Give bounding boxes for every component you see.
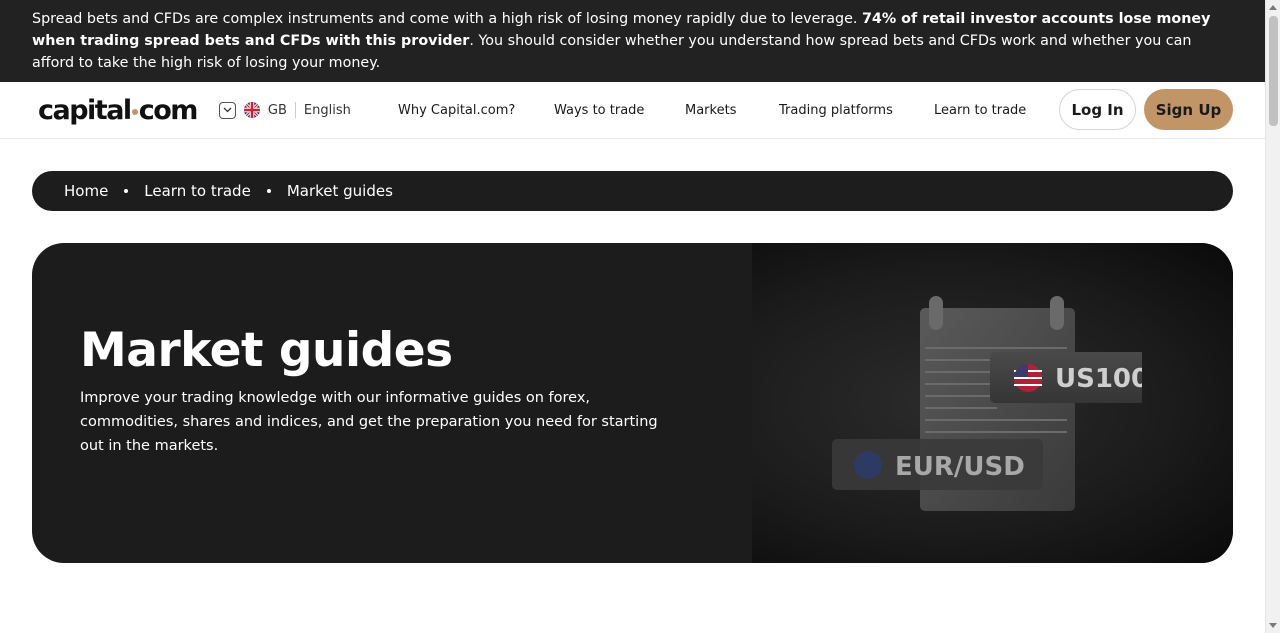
hero-description: Improve your trading knowledge with our … bbox=[80, 390, 658, 454]
breadcrumb-separator bbox=[124, 189, 129, 193]
vertical-scrollbar[interactable] bbox=[1265, 0, 1280, 633]
language-label: English bbox=[303, 102, 351, 118]
top-navigation: capitalcom GB English Why Capital.com? bbox=[0, 82, 1265, 139]
signup-button[interactable]: Sign Up bbox=[1144, 89, 1233, 130]
scroll-down-arrow[interactable] bbox=[1269, 623, 1277, 628]
nav-why-capital[interactable]: Why Capital.com? bbox=[398, 103, 515, 118]
breadcrumb: Home Learn to trade Market guides bbox=[32, 171, 1233, 211]
nav-learn-to-trade[interactable]: Learn to trade bbox=[934, 103, 1026, 118]
logo-text-right: com bbox=[138, 94, 199, 126]
breadcrumb-home[interactable]: Home bbox=[64, 182, 108, 200]
login-button[interactable]: Log In bbox=[1059, 89, 1136, 130]
locale-divider bbox=[294, 102, 296, 118]
us100-badge-label: US100 bbox=[1055, 364, 1142, 394]
scrollbar-thumb[interactable] bbox=[1269, 16, 1278, 126]
capital-com-logo[interactable]: capital com bbox=[38, 94, 199, 126]
market-guide-illustration: US100 EUR/USD bbox=[832, 296, 1142, 511]
country-code: GB bbox=[267, 102, 287, 118]
chevron-down-icon[interactable] bbox=[218, 101, 236, 119]
locale-selector[interactable]: GB English bbox=[218, 101, 351, 119]
nav-ways-to-trade[interactable]: Ways to trade bbox=[554, 103, 644, 118]
eurusd-badge-label: EUR/USD bbox=[895, 452, 1025, 482]
risk-text-start: Spread bets and CFDs are complex instrum… bbox=[32, 11, 862, 27]
breadcrumb-separator bbox=[266, 189, 271, 193]
hero-banner: Market guides Improve your trading knowl… bbox=[32, 243, 1233, 563]
nav-markets[interactable]: Markets bbox=[685, 103, 736, 118]
breadcrumb-learn-to-trade[interactable]: Learn to trade bbox=[144, 182, 251, 200]
logo-dot bbox=[131, 109, 138, 115]
nav-trading-platforms[interactable]: Trading platforms bbox=[779, 103, 893, 118]
uk-flag-icon bbox=[243, 102, 260, 118]
risk-warning-banner: Spread bets and CFDs are complex instrum… bbox=[0, 0, 1265, 82]
page-title: Market guides bbox=[80, 323, 453, 378]
scroll-up-arrow[interactable] bbox=[1269, 5, 1277, 10]
logo-text-left: capital bbox=[38, 94, 132, 126]
page: Spread bets and CFDs are complex instrum… bbox=[0, 0, 1265, 633]
breadcrumb-current: Market guides bbox=[286, 182, 393, 200]
